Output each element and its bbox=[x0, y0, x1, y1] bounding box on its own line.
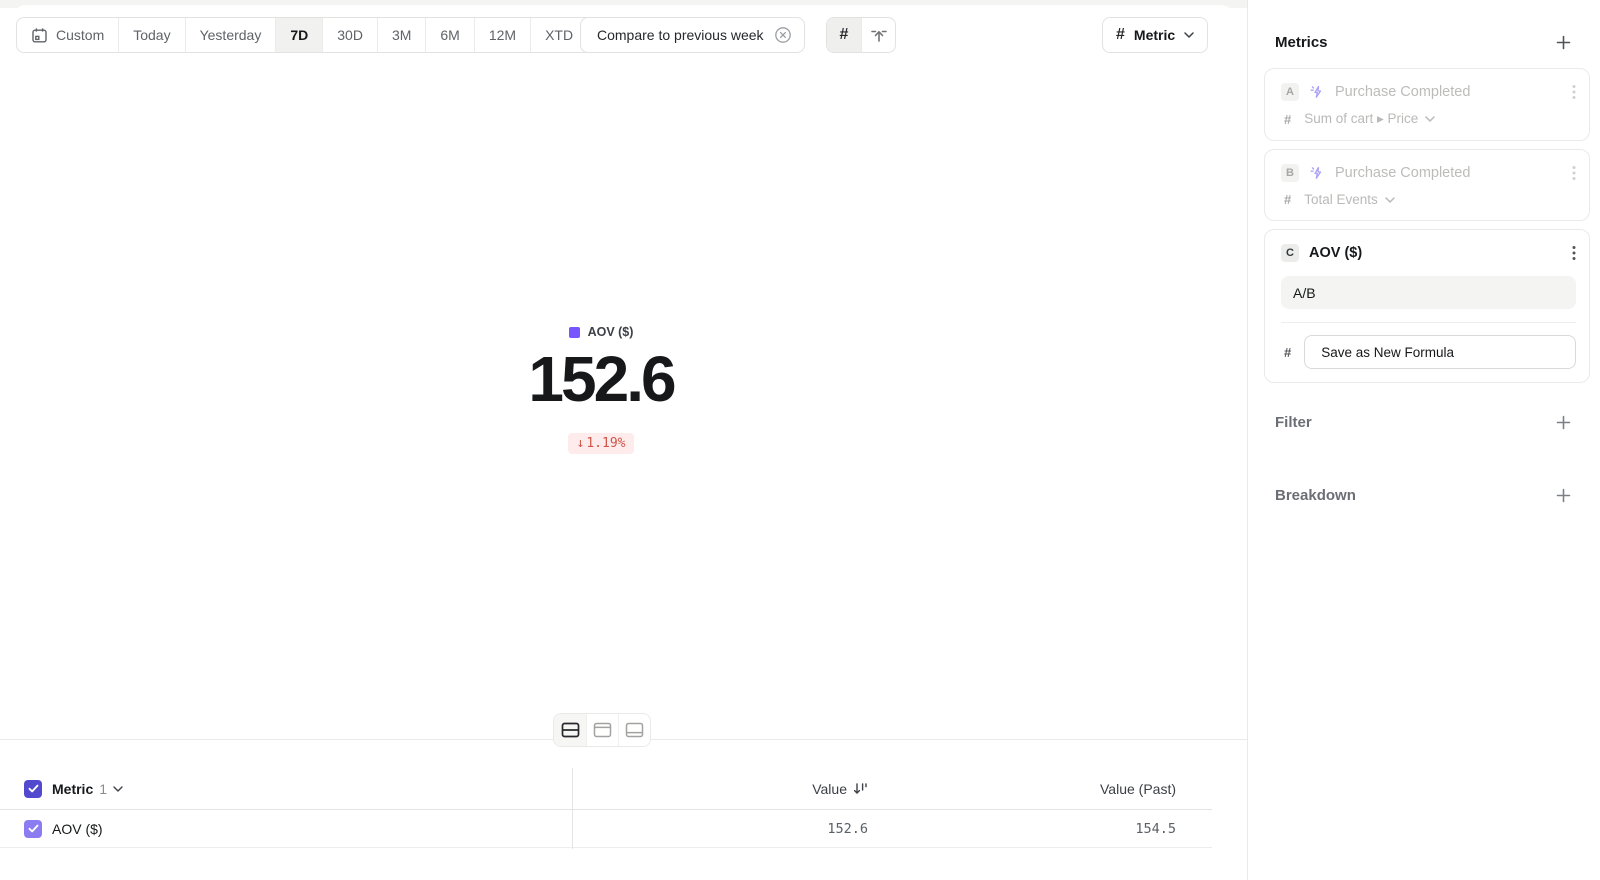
change-value: 1.19% bbox=[586, 436, 625, 451]
aggregation-selector[interactable]: Total Events bbox=[1304, 192, 1395, 207]
split-layout-icon bbox=[561, 722, 580, 738]
add-filter-button[interactable] bbox=[1554, 413, 1572, 431]
metric-button-label: Metric bbox=[1134, 27, 1175, 43]
event-spark-icon bbox=[1309, 165, 1325, 181]
row-metric-name: AOV ($) bbox=[52, 821, 103, 837]
metric-dropdown-button[interactable]: # Metric bbox=[1102, 17, 1208, 53]
bottom-bar-layout-icon bbox=[625, 722, 644, 738]
metric-count: 1 bbox=[99, 781, 107, 797]
select-all-checkbox[interactable] bbox=[24, 780, 42, 798]
metric-event-name: Purchase Completed bbox=[1335, 165, 1562, 181]
metric-card-c[interactable]: C AOV ($) # Save as New Formula bbox=[1264, 229, 1590, 383]
row-value: 152.6 bbox=[827, 821, 868, 837]
table-header-row: Metric 1 Value Value (Past) bbox=[0, 768, 1212, 810]
metric-legend: AOV ($) bbox=[0, 325, 1202, 339]
filter-section-header: Filter bbox=[1275, 413, 1572, 431]
kebab-menu-icon[interactable] bbox=[1572, 84, 1576, 100]
number-view-button[interactable]: # bbox=[827, 18, 861, 52]
date-range-30d[interactable]: 30D bbox=[323, 18, 378, 52]
filter-title: Filter bbox=[1275, 414, 1312, 431]
metric-badge-b: B bbox=[1281, 164, 1299, 182]
date-range-label: Custom bbox=[56, 27, 104, 43]
main-panel: Custom Today Yesterday 7D 30D 3M 6M 12M bbox=[0, 0, 1247, 880]
chevron-down-icon bbox=[1385, 197, 1395, 203]
date-range-custom[interactable]: Custom bbox=[17, 18, 119, 52]
metric-card-a[interactable]: A Purchase Completed # Sum of cart ▸ Pri… bbox=[1264, 68, 1590, 141]
event-spark-icon bbox=[1309, 84, 1325, 100]
value-past-column-header[interactable]: Value (Past) bbox=[1100, 781, 1176, 797]
sort-descending-icon bbox=[853, 782, 868, 796]
kebab-menu-icon[interactable] bbox=[1572, 245, 1576, 261]
table-view-button[interactable] bbox=[618, 714, 650, 746]
table-column-divider bbox=[572, 768, 573, 849]
trend-view-button[interactable] bbox=[861, 18, 895, 52]
results-table: Metric 1 Value Value (Past) AOV ($) 1 bbox=[0, 768, 1212, 848]
date-range-yesterday[interactable]: Yesterday bbox=[186, 18, 277, 52]
row-value-past: 154.5 bbox=[1135, 821, 1176, 837]
table-row[interactable]: AOV ($) 152.6 154.5 bbox=[0, 810, 1212, 848]
value-column-header[interactable]: Value bbox=[812, 781, 868, 797]
add-metric-button[interactable] bbox=[1554, 33, 1572, 51]
calendar-icon bbox=[31, 27, 48, 44]
arrow-down-icon: ↓ bbox=[577, 436, 585, 451]
add-breakdown-button[interactable] bbox=[1554, 486, 1572, 504]
formula-input[interactable] bbox=[1281, 276, 1576, 309]
big-number-value: 152.6 bbox=[0, 344, 1202, 414]
chevron-down-icon bbox=[1425, 116, 1435, 122]
date-range-3m[interactable]: 3M bbox=[378, 18, 426, 52]
date-range-group: Custom Today Yesterday 7D 30D 3M 6M 12M bbox=[16, 17, 606, 53]
date-range-12m[interactable]: 12M bbox=[475, 18, 531, 52]
date-range-7d[interactable]: 7D bbox=[276, 18, 323, 52]
top-bar-layout-icon bbox=[593, 722, 612, 738]
aggregation-selector[interactable]: Sum of cart ▸ Price bbox=[1304, 111, 1435, 127]
breakdown-section-header: Breakdown bbox=[1275, 486, 1572, 504]
breakdown-title: Breakdown bbox=[1275, 487, 1356, 504]
toolbar: Custom Today Yesterday 7D 30D 3M 6M 12M bbox=[0, 17, 1247, 53]
save-as-new-formula-button[interactable]: Save as New Formula bbox=[1304, 335, 1576, 369]
metric-badge-c: C bbox=[1281, 244, 1299, 262]
date-range-today[interactable]: Today bbox=[119, 18, 185, 52]
layout-toggle-group bbox=[553, 713, 651, 747]
split-view-button[interactable] bbox=[554, 714, 586, 746]
query-builder-sidebar: Metrics A Purchase Completed bbox=[1247, 0, 1600, 880]
metrics-title: Metrics bbox=[1275, 34, 1328, 51]
chevron-down-icon bbox=[1184, 32, 1194, 38]
arrow-to-top-icon bbox=[870, 26, 888, 44]
date-range-6m[interactable]: 6M bbox=[426, 18, 474, 52]
metric-event-name: Purchase Completed bbox=[1335, 84, 1562, 100]
formula-metric-name: AOV ($) bbox=[1309, 245, 1562, 261]
hash-icon: # bbox=[1284, 345, 1291, 360]
hash-icon: # bbox=[1284, 192, 1291, 207]
row-checkbox[interactable] bbox=[24, 820, 42, 838]
hash-icon: # bbox=[1116, 26, 1125, 44]
metrics-section-header: Metrics bbox=[1275, 33, 1572, 51]
metric-badge-a: A bbox=[1281, 83, 1299, 101]
hash-icon: # bbox=[840, 26, 849, 44]
chart-view-button[interactable] bbox=[586, 714, 618, 746]
close-circle-icon[interactable] bbox=[774, 26, 792, 44]
chevron-down-icon bbox=[113, 786, 123, 792]
metric-card-b[interactable]: B Purchase Completed # Total Events bbox=[1264, 149, 1590, 221]
metric-column-header[interactable]: Metric 1 bbox=[52, 781, 123, 797]
card-divider bbox=[1281, 322, 1576, 323]
metric-cards: A Purchase Completed # Sum of cart ▸ Pri… bbox=[1264, 68, 1590, 383]
legend-swatch bbox=[569, 327, 580, 338]
compare-pill-label: Compare to previous week bbox=[597, 27, 764, 43]
kebab-menu-icon[interactable] bbox=[1572, 165, 1576, 181]
hash-icon: # bbox=[1284, 112, 1291, 127]
chart-type-toggle: # bbox=[826, 17, 896, 53]
legend-label: AOV ($) bbox=[588, 325, 634, 339]
compare-pill[interactable]: Compare to previous week bbox=[580, 17, 805, 53]
change-badge: ↓ 1.19% bbox=[0, 433, 1202, 454]
